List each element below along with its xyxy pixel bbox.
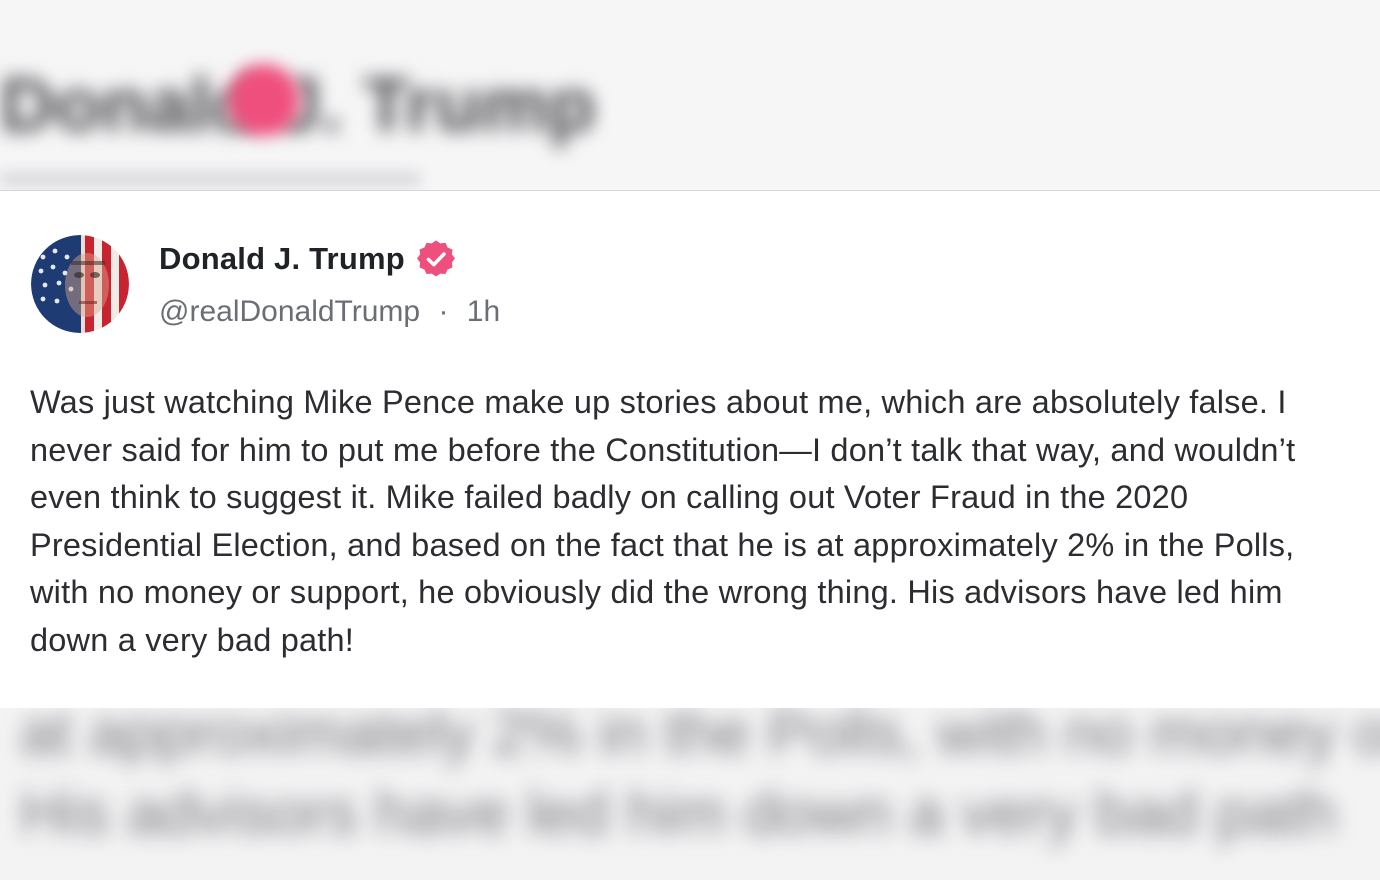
blurred-header-background: Donald J. Trump — [0, 0, 1380, 190]
post-card[interactable]: Donald J. Trump @realDonaldTrump · 1h Wa… — [0, 191, 1380, 708]
author-handle[interactable]: @realDonaldTrump — [159, 295, 420, 328]
flag-face-avatar-icon — [31, 235, 129, 333]
verified-badge-icon — [416, 240, 455, 278]
author-name-row[interactable]: Donald J. Trump — [159, 239, 455, 279]
blurred-verified-icon — [228, 64, 300, 136]
blurred-footer-background: at approximately 2% in the Polls, with n… — [0, 708, 1380, 880]
avatar[interactable] — [31, 235, 129, 333]
author-meta-row: @realDonaldTrump · 1h — [159, 295, 500, 329]
author-display-name[interactable]: Donald J. Trump — [159, 241, 405, 277]
meta-separator: · — [438, 295, 449, 328]
post-timestamp[interactable]: 1h — [467, 295, 500, 328]
blurred-divider — [0, 172, 420, 186]
post-body-text: Was just watching Mike Pence make up sto… — [30, 384, 1296, 658]
screenshot-frame: Donald J. Trump Donald J. Trump @realDon… — [0, 0, 1380, 880]
blurred-text-line: His advisors have led him down a very ba… — [20, 779, 1337, 848]
blurred-text-line: at approximately 2% in the Polls, with n… — [20, 708, 1380, 768]
